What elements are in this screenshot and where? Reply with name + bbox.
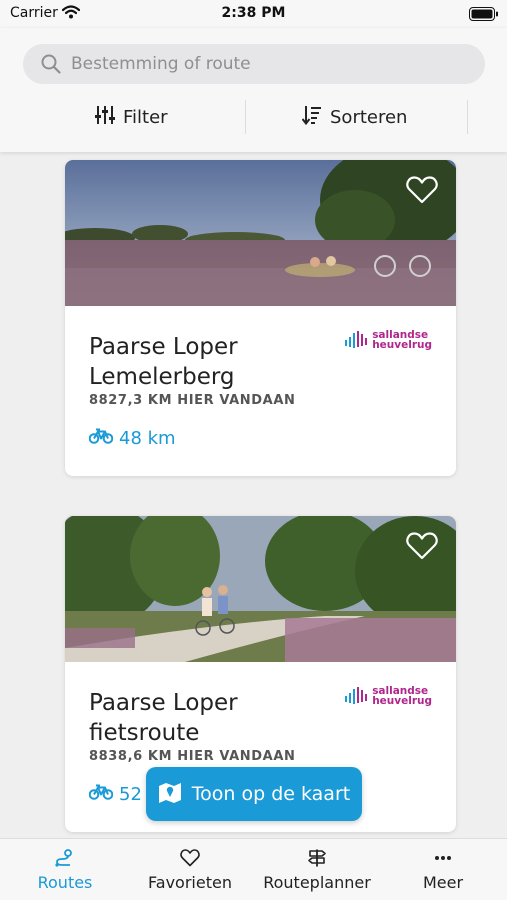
sort-icon (301, 105, 322, 130)
tab-more[interactable]: Meer (413, 839, 473, 900)
route-length: 48 km (88, 428, 176, 449)
ellipsis-icon (433, 849, 453, 871)
tab-routes-label: Routes (37, 873, 93, 892)
clock: 2:38 PM (221, 5, 286, 21)
distance-away: 8838,6 KM HIER VANDAAN (89, 749, 296, 764)
route-icon (54, 849, 76, 871)
filter-label: Filter (123, 106, 168, 128)
route-title: Paarse Loper fietsroute (89, 690, 238, 746)
brand-name-line2: heuvelrug (372, 695, 432, 707)
tab-routeplanner-label: Routeplanner (263, 873, 371, 892)
route-length-label: 48 km (119, 428, 176, 449)
tab-favorites[interactable]: Favorieten (140, 839, 240, 900)
tab-more-label: Meer (422, 873, 464, 892)
toolbar: Filter Sorteren (0, 96, 507, 138)
heart-icon[interactable] (406, 532, 438, 564)
sliders-icon (95, 105, 115, 130)
show-on-map-button[interactable]: Toon op de kaart (146, 767, 362, 821)
search-bar[interactable] (23, 44, 485, 84)
bicycle-icon (88, 784, 114, 805)
route-length-label: 52 (119, 784, 142, 805)
tab-favorites-label: Favorieten (148, 873, 232, 892)
header: Filter Sorteren (0, 28, 507, 152)
search-icon (41, 54, 61, 78)
brand-name-line2: heuvelrug (372, 339, 432, 351)
tab-bar: Routes Favorieten Routeplanner Meer (0, 838, 507, 900)
route-title: Paarse Loper Lemelerberg (89, 334, 238, 390)
heart-icon (180, 849, 200, 871)
show-on-map-label: Toon op de kaart (191, 783, 351, 805)
filter-button[interactable]: Filter (95, 96, 168, 138)
status-bar: Carrier 2:38 PM (0, 0, 507, 28)
route-photo (65, 516, 456, 662)
brand-logo: sallandse heuvelrug (345, 686, 432, 706)
sort-label: Sorteren (330, 106, 408, 128)
sort-button[interactable]: Sorteren (301, 96, 408, 138)
route-card[interactable]: sallandse heuvelrug Paarse Loper Lemeler… (65, 160, 456, 476)
map-icon (158, 781, 182, 808)
route-photo (65, 160, 456, 306)
distance-away: 8827,3 KM HIER VANDAAN (89, 393, 296, 408)
battery-icon (469, 6, 499, 25)
divider (245, 100, 246, 134)
bicycle-icon (88, 428, 114, 449)
divider (467, 100, 468, 134)
search-input[interactable] (71, 44, 471, 84)
tab-routeplanner[interactable]: Routeplanner (257, 839, 377, 900)
signpost-icon (307, 849, 327, 871)
tab-routes[interactable]: Routes (30, 839, 100, 900)
brand-logo: sallandse heuvelrug (345, 330, 432, 350)
route-length: 52 (88, 784, 142, 805)
heart-icon[interactable] (406, 176, 438, 208)
